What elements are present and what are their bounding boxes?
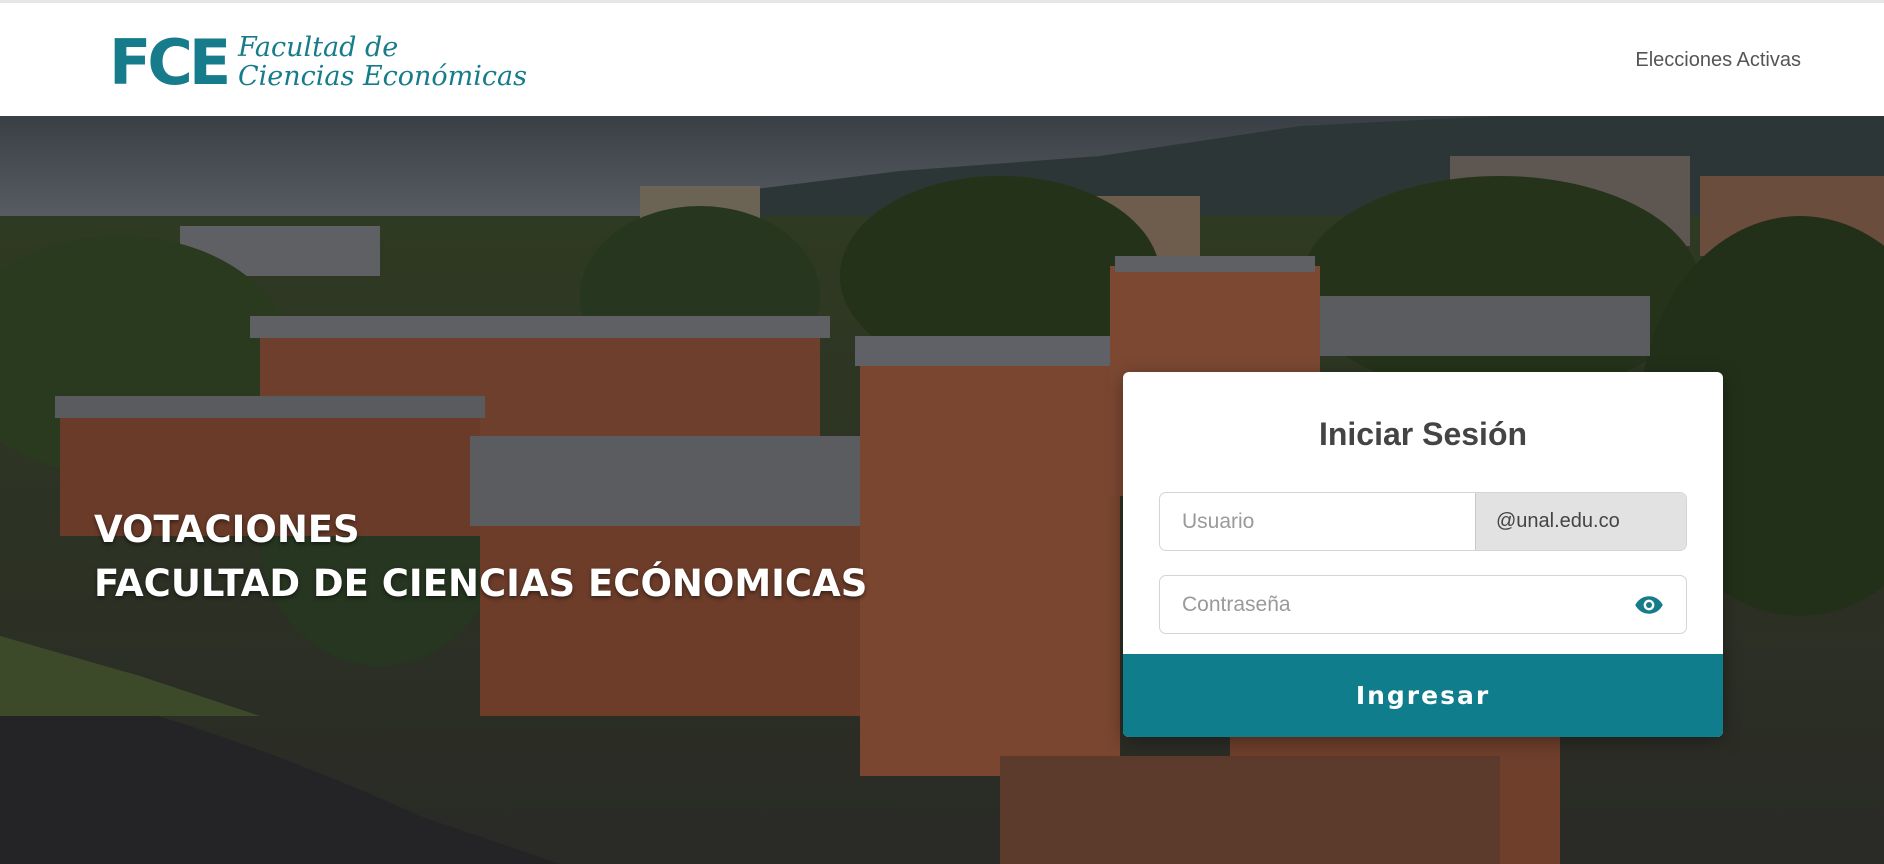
eye-icon[interactable] xyxy=(1634,590,1664,620)
password-input[interactable] xyxy=(1160,576,1620,633)
password-field xyxy=(1159,575,1687,634)
login-submit-button[interactable]: Ingresar xyxy=(1123,654,1723,737)
username-input[interactable] xyxy=(1160,493,1477,550)
login-card: Iniciar Sesión @unal.edu.co Ingresar xyxy=(1123,372,1723,737)
hero-title-line-2: FACULTAD DE CIENCIAS ECÓNOMICAS xyxy=(94,562,868,605)
logo-text: Facultad de Ciencias Económicas xyxy=(238,33,527,91)
login-title: Iniciar Sesión xyxy=(1318,416,1528,452)
hero-title: VOTACIONES FACULTAD DE CIENCIAS ECÓNOMIC… xyxy=(94,503,867,611)
logo-line-1: Facultad de xyxy=(238,32,399,63)
site-header: FCE Facultad de Ciencias Económicas Elec… xyxy=(0,3,1884,116)
logo-abbreviation: FCE xyxy=(109,26,231,99)
username-field: @unal.edu.co xyxy=(1159,492,1687,551)
logo-line-2: Ciencias Económicas xyxy=(238,61,527,92)
hero-title-line-1: VOTACIONES xyxy=(94,508,360,551)
nav-link-active-elections[interactable]: Elecciones Activas xyxy=(1635,49,1801,72)
email-domain-suffix: @unal.edu.co xyxy=(1475,493,1686,550)
